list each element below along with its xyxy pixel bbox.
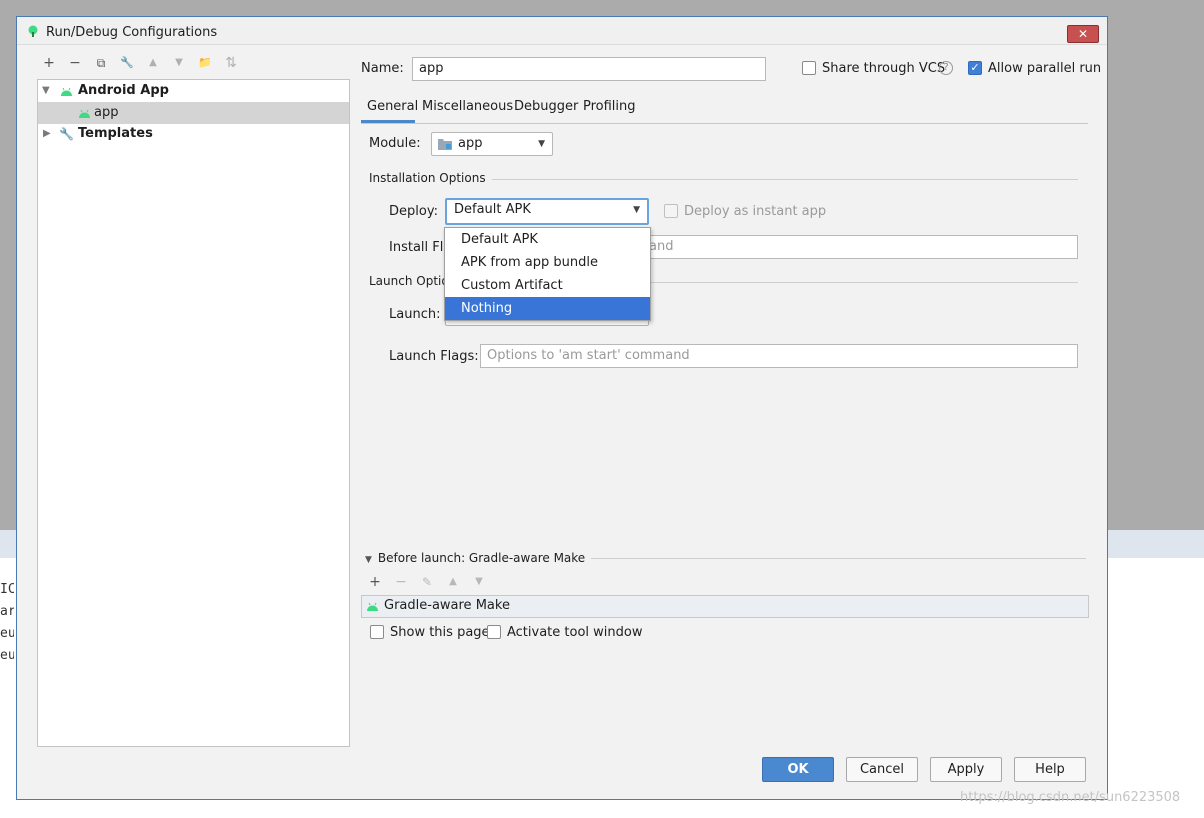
allow-parallel-label: Allow parallel run <box>988 61 1102 76</box>
background-code-line: arl <box>0 604 14 619</box>
help-icon[interactable]: ? <box>939 61 953 75</box>
add-icon[interactable]: + <box>40 53 58 73</box>
edit-icon[interactable]: ✎ <box>419 573 435 591</box>
show-page-checkbox[interactable] <box>370 625 384 639</box>
expanded-triangle-icon[interactable]: ▼ <box>42 80 50 102</box>
tree-node-android-app[interactable]: ▼ Android App <box>38 80 349 102</box>
android-icon <box>61 87 72 96</box>
launch-flags-placeholder: Options to 'am start' command <box>487 348 690 363</box>
tab-debugger[interactable]: Debugger <box>514 97 578 123</box>
activate-tool-window-checkbox[interactable] <box>487 625 501 639</box>
tree-node-templates[interactable]: ▶ 🔧 Templates <box>38 123 349 145</box>
install-flags-placeholder: and <box>649 239 674 254</box>
tab-general[interactable]: General <box>361 97 418 123</box>
tree-label-android-app: Android App <box>78 83 169 98</box>
deploy-instant-checkbox[interactable] <box>664 204 678 218</box>
run-debug-dialog: Run/Debug Configurations ✕ + − ⧉ 🔧 ▲ ▼ 📁… <box>16 16 1108 800</box>
collapsed-triangle-icon[interactable]: ▶ <box>43 123 51 145</box>
deploy-instant-label: Deploy as instant app <box>684 204 827 219</box>
tree-label-templates: Templates <box>78 126 153 141</box>
tab-profiling[interactable]: Profiling <box>583 97 636 123</box>
wrench-icon[interactable]: 🔧 <box>118 53 136 73</box>
launch-flags-label: Launch Flags: <box>389 349 479 364</box>
allow-parallel-checkbox[interactable]: ✓ <box>968 61 982 75</box>
copy-icon[interactable]: ⧉ <box>92 53 110 73</box>
tree-label-app: app <box>94 105 119 120</box>
chevron-down-icon: ▼ <box>633 205 640 215</box>
module-combobox[interactable]: app ▼ <box>431 132 553 156</box>
install-flags-label: Install Fla <box>389 240 452 255</box>
apply-button[interactable]: Apply <box>930 757 1002 782</box>
android-icon <box>367 602 378 611</box>
name-input[interactable]: app <box>412 57 766 81</box>
dropdown-option[interactable]: Default APK <box>445 228 650 251</box>
sort-icon[interactable]: ⇅ <box>222 53 240 73</box>
tree-node-app[interactable]: app <box>38 102 349 124</box>
tab-divider <box>361 123 1088 124</box>
dropdown-option[interactable]: APK from app bundle <box>445 251 650 274</box>
deploy-dropdown-list: Default APK APK from app bundle Custom A… <box>444 227 651 321</box>
arrow-down-icon[interactable]: ▼ <box>170 53 188 73</box>
background-code-line: IC <box>0 582 14 597</box>
arrow-down-icon[interactable]: ▼ <box>471 573 487 591</box>
deploy-value: Default APK <box>454 202 531 217</box>
dropdown-option-selected[interactable]: Nothing <box>445 297 650 320</box>
installation-options-title: Installation Options <box>369 171 492 185</box>
android-icon <box>79 109 90 118</box>
watermark: https://blog.csdn.net/sun6223508 <box>960 790 1181 805</box>
activate-tool-window-label: Activate tool window <box>507 625 643 640</box>
help-button[interactable]: Help <box>1014 757 1086 782</box>
add-icon[interactable]: + <box>367 573 383 591</box>
tab-miscellaneous[interactable]: Miscellaneous <box>422 97 513 123</box>
before-launch-item[interactable]: Gradle-aware Make <box>384 598 510 613</box>
deploy-combobox[interactable]: Default APK ▼ <box>445 198 649 225</box>
launch-label: Launch: <box>389 307 441 322</box>
arrow-up-icon[interactable]: ▲ <box>445 573 461 591</box>
arrow-up-icon[interactable]: ▲ <box>144 53 162 73</box>
ok-button[interactable]: OK <box>762 757 834 782</box>
configuration-tree: ▼ Android App app ▶ 🔧 Templates <box>37 79 350 747</box>
before-launch-title: Before launch: Gradle-aware Make <box>377 551 586 565</box>
folder-icon[interactable]: 📁 <box>196 53 214 73</box>
dialog-titlebar: Run/Debug Configurations ✕ <box>17 17 1107 45</box>
share-vcs-checkbox[interactable] <box>802 61 816 75</box>
module-folder-icon <box>438 139 452 150</box>
cancel-button[interactable]: Cancel <box>846 757 918 782</box>
module-value: app <box>458 136 483 151</box>
background-code-line: eu: <box>0 648 14 663</box>
background-code-line: eu: <box>0 626 14 641</box>
expanded-triangle-icon: ▼ <box>365 555 372 565</box>
dialog-title: Run/Debug Configurations <box>46 25 218 40</box>
remove-icon[interactable]: − <box>66 53 84 73</box>
dropdown-option[interactable]: Custom Artifact <box>445 274 650 297</box>
module-label: Module: <box>369 136 421 151</box>
close-button[interactable]: ✕ <box>1067 25 1099 43</box>
show-page-label: Show this page <box>390 625 490 640</box>
deploy-label: Deploy: <box>389 204 438 219</box>
wrench-icon: 🔧 <box>59 127 74 141</box>
remove-icon[interactable]: − <box>393 573 409 591</box>
before-launch-header[interactable]: ▼ Before launch: Gradle-aware Make <box>365 551 592 565</box>
share-vcs-label: Share through VCS <box>822 61 946 76</box>
name-label: Name: <box>361 61 404 76</box>
launch-flags-input[interactable]: Options to 'am start' command <box>480 344 1078 368</box>
chevron-down-icon: ▼ <box>538 139 545 149</box>
android-studio-icon <box>28 25 38 37</box>
before-launch-list: Gradle-aware Make <box>361 595 1089 618</box>
